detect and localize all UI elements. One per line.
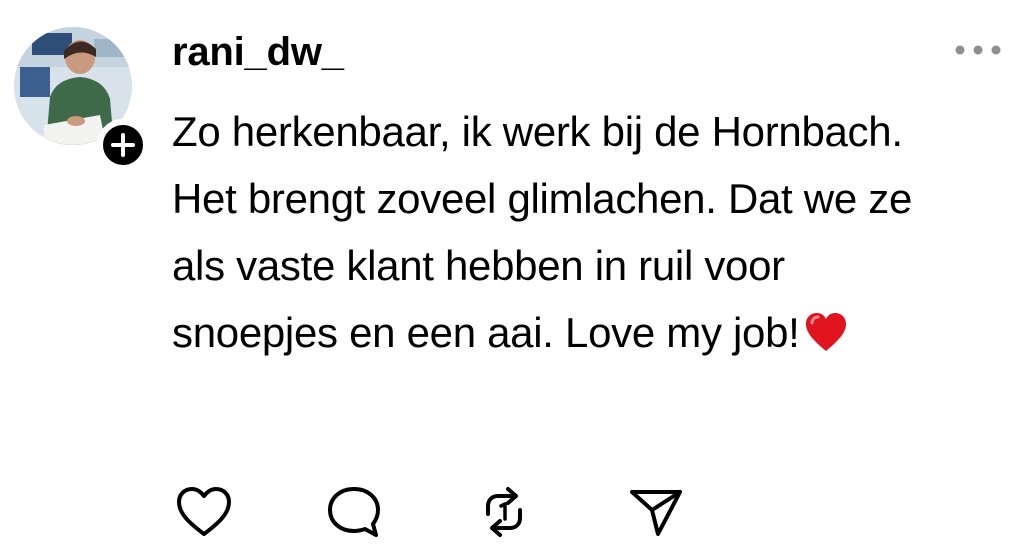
repost-button[interactable]	[474, 484, 534, 540]
thread-post: rani_dw_ Zo herkenbaar, ik werk bij de H…	[0, 0, 1024, 560]
red-heart-emoji	[804, 305, 848, 372]
plus-icon	[111, 133, 135, 157]
author-avatar-group[interactable]	[14, 27, 149, 171]
share-button[interactable]	[626, 484, 686, 540]
send-icon	[630, 490, 682, 536]
comment-button[interactable]	[324, 484, 384, 540]
post-text: Zo herkenbaar, ik werk bij de Hornbach. …	[172, 108, 913, 356]
repost-icon	[486, 487, 522, 537]
follow-button[interactable]	[97, 119, 149, 171]
post-body: Zo herkenbaar, ik werk bij de Hornbach. …	[172, 98, 1012, 372]
more-options-button[interactable]	[952, 38, 1004, 62]
post-actions	[172, 484, 732, 540]
comment-bubble-icon	[328, 487, 380, 537]
username[interactable]: rani_dw_	[172, 28, 344, 76]
more-dots-icon	[955, 45, 1001, 55]
like-button[interactable]	[174, 484, 234, 540]
heart-outline-icon	[177, 487, 231, 536]
